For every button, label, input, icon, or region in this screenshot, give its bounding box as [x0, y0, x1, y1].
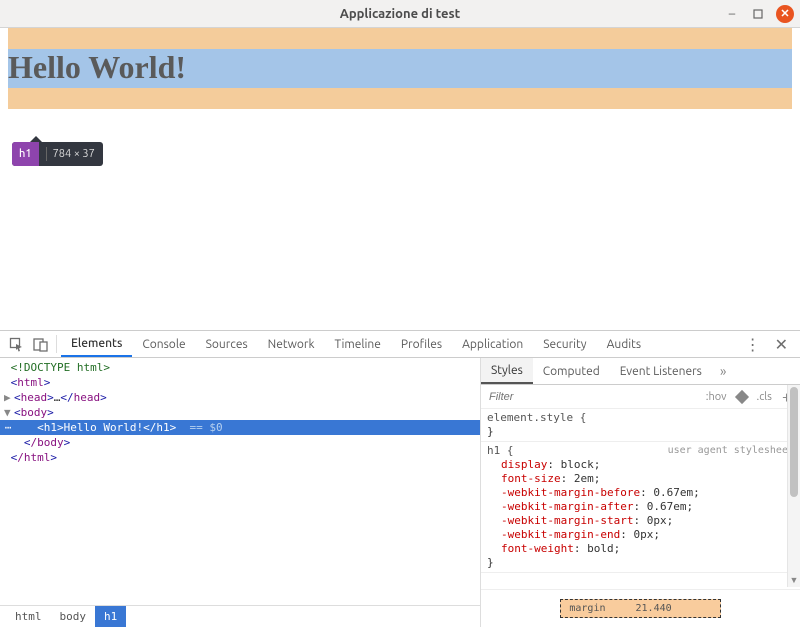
styles-tabbar: Styles Computed Event Listeners »: [481, 358, 800, 385]
h1-rule-block[interactable]: user agent stylesheet h1 { display: bloc…: [481, 442, 800, 573]
tab-elements[interactable]: Elements: [61, 331, 132, 357]
cls-toggle[interactable]: .cls: [752, 391, 777, 403]
close-button[interactable]: ✕: [776, 5, 794, 23]
devtools-more-icon[interactable]: ⋮: [739, 335, 767, 354]
scrollbar-down-icon[interactable]: ▼: [788, 575, 800, 585]
styles-filter-input[interactable]: [485, 391, 701, 403]
element-tooltip: h1 784 × 37: [12, 142, 103, 166]
devtools-panel: Elements Console Sources Network Timelin…: [0, 330, 800, 627]
boxmodel-margin-value: 21.440: [636, 603, 672, 614]
window-title: Applicazione di test: [0, 7, 800, 21]
device-toolbar-icon[interactable]: [28, 332, 52, 356]
hov-toggle[interactable]: :hov: [701, 391, 732, 403]
minimize-button[interactable]: –: [724, 6, 740, 22]
style-rules[interactable]: element.style { } user agent stylesheet …: [481, 409, 800, 589]
page-viewport: Hello World! h1 784 × 37: [0, 28, 800, 330]
dom-tree[interactable]: <!DOCTYPE html> <html> ▶<head>…</head> ▼…: [0, 358, 480, 605]
devtools-close-icon[interactable]: ✕: [767, 335, 796, 354]
breadcrumb: html body h1: [0, 605, 480, 627]
devtools-tabbar: Elements Console Sources Network Timelin…: [0, 331, 800, 358]
scrollbar-thumb[interactable]: [790, 387, 798, 497]
crumb-body[interactable]: body: [51, 606, 96, 627]
window-controls: – ✕: [724, 5, 794, 23]
tab-sources[interactable]: Sources: [196, 331, 258, 357]
tooltip-dimensions: 784 × 37: [53, 148, 103, 160]
tab-console[interactable]: Console: [132, 331, 195, 357]
dom-tree-panel: <!DOCTYPE html> <html> ▶<head>…</head> ▼…: [0, 358, 480, 627]
styles-scrollbar[interactable]: ▼: [787, 385, 800, 587]
tab-timeline[interactable]: Timeline: [325, 331, 391, 357]
tooltip-tag: h1: [12, 142, 39, 166]
styles-panel: Styles Computed Event Listeners » :hov .…: [480, 358, 800, 627]
window-titlebar: Applicazione di test – ✕: [0, 0, 800, 28]
styles-tab-eventlisteners[interactable]: Event Listeners: [610, 358, 712, 384]
inspect-icon[interactable]: [4, 332, 28, 356]
tab-network[interactable]: Network: [258, 331, 325, 357]
boxmodel-margin-label: margin: [569, 603, 605, 614]
tab-audits[interactable]: Audits: [597, 331, 652, 357]
dom-selected-row[interactable]: ⋯ <h1>Hello World!</h1> == $0: [0, 420, 480, 435]
styles-filter-row: :hov .cls +: [481, 385, 800, 409]
styles-tabs-overflow-icon[interactable]: »: [712, 363, 735, 379]
maximize-button[interactable]: [750, 6, 766, 22]
diamond-icon[interactable]: [734, 389, 748, 403]
box-model[interactable]: margin 21.440: [481, 589, 800, 627]
tab-profiles[interactable]: Profiles: [391, 331, 452, 357]
h1-margin-highlight: Hello World!: [8, 28, 792, 109]
page-heading: Hello World!: [8, 49, 792, 88]
crumb-html[interactable]: html: [6, 606, 51, 627]
crumb-h1[interactable]: h1: [95, 606, 126, 627]
tab-application[interactable]: Application: [452, 331, 533, 357]
element-style-block[interactable]: element.style { }: [481, 409, 800, 442]
styles-tab-styles[interactable]: Styles: [481, 358, 533, 384]
styles-tab-computed[interactable]: Computed: [533, 358, 610, 384]
tab-security[interactable]: Security: [533, 331, 596, 357]
